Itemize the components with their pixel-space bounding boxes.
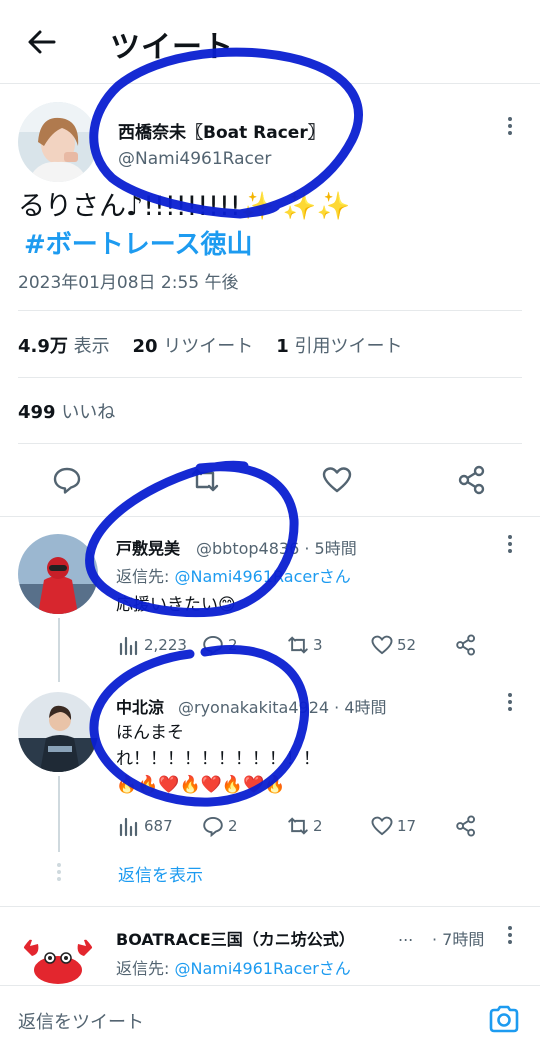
likes-count: 499 bbox=[18, 402, 56, 423]
reply-author-meta: @bbtop4836 · 5時間 bbox=[196, 539, 357, 558]
reply-count-button[interactable]: 2 bbox=[202, 815, 238, 837]
retweet-icon bbox=[288, 636, 308, 654]
views-icon bbox=[119, 817, 138, 837]
share-icon bbox=[456, 815, 476, 837]
views-stat[interactable]: 2,223 bbox=[118, 634, 187, 656]
author-avatar[interactable] bbox=[18, 102, 98, 182]
reply-author-name[interactable]: 戸敷晃美 bbox=[116, 535, 180, 559]
share-icon bbox=[458, 465, 485, 495]
divider bbox=[0, 516, 540, 517]
views-count: 2,223 bbox=[144, 636, 187, 654]
more-icon bbox=[508, 693, 512, 711]
retweet-icon bbox=[191, 468, 219, 492]
views-stat[interactable]: 687 bbox=[118, 815, 173, 837]
retweets-label: リツイート bbox=[163, 336, 254, 357]
quotes-stat[interactable]: 1 引用ツイート bbox=[276, 336, 402, 357]
reply-share-button[interactable] bbox=[455, 815, 477, 837]
reply-to-link[interactable]: @Nami4961Racerさん bbox=[174, 959, 350, 978]
likes-label: いいね bbox=[61, 402, 116, 423]
retweet-icon bbox=[288, 817, 308, 835]
tweet-timestamp[interactable]: 2023年01月08日 2:55 午後 bbox=[18, 268, 239, 293]
divider bbox=[18, 443, 522, 444]
back-arrow-icon bbox=[28, 30, 56, 54]
views-label: 表示 bbox=[73, 336, 110, 357]
like-icon bbox=[322, 467, 352, 493]
reply-to: 返信先: @Nami4961Racerさん bbox=[116, 955, 351, 979]
reply-count: 2 bbox=[228, 817, 238, 835]
retweet-count: 2 bbox=[313, 817, 323, 835]
reply-count-button[interactable]: 2 bbox=[202, 634, 238, 656]
reply-avatar[interactable] bbox=[18, 692, 98, 772]
reply-time: · 7時間 bbox=[432, 930, 485, 949]
like-count-button[interactable]: 52 bbox=[371, 634, 416, 656]
thread-line bbox=[58, 776, 60, 852]
retweet-button[interactable] bbox=[190, 465, 220, 495]
like-icon bbox=[371, 816, 393, 836]
reply-emoji-line: 🔥🔥❤️🔥❤️🔥❤️🔥 bbox=[116, 775, 286, 795]
views-count: 4.9万 bbox=[18, 336, 68, 357]
reply-icon bbox=[203, 816, 223, 837]
quotes-label: 引用ツイート bbox=[294, 336, 403, 357]
reply-to-prefix: 返信先: bbox=[116, 567, 175, 586]
like-count-button[interactable]: 17 bbox=[371, 815, 416, 837]
reply-icon bbox=[53, 467, 81, 494]
tweet-text: るりさん♪!!!!!!!!!✨ ✨✨ bbox=[18, 191, 351, 222]
divider bbox=[0, 906, 540, 907]
reply-icon bbox=[203, 635, 223, 656]
reply-avatar[interactable] bbox=[18, 534, 98, 614]
reply-count: 2 bbox=[228, 636, 238, 654]
reply-author-meta: @ryonakakita4924 · 4時間 bbox=[178, 698, 387, 717]
reply-to: 返信先: @Nami4961Racerさん bbox=[116, 563, 351, 587]
top-bar bbox=[0, 0, 540, 84]
reply-share-button[interactable] bbox=[455, 634, 477, 656]
retweets-count: 20 bbox=[132, 336, 158, 357]
camera-button[interactable] bbox=[488, 1004, 520, 1034]
more-icon bbox=[508, 926, 512, 944]
reply-more-button[interactable] bbox=[500, 923, 520, 947]
camera-icon bbox=[489, 1005, 519, 1033]
reply-author-name[interactable]: BOATRACE三国（カニ坊公式） bbox=[116, 926, 355, 950]
author-handle[interactable]: @Nami4961Racer bbox=[118, 149, 271, 169]
views-count: 687 bbox=[144, 817, 173, 835]
retweet-count-button[interactable]: 2 bbox=[287, 815, 323, 837]
retweet-count-button[interactable]: 3 bbox=[287, 634, 323, 656]
hashtag-link[interactable]: #ボートレース徳山 bbox=[24, 224, 253, 261]
retweets-stat[interactable]: 20 リツイート bbox=[133, 336, 254, 357]
page-title: ツイート bbox=[110, 30, 234, 65]
like-button[interactable] bbox=[322, 465, 352, 495]
back-button[interactable] bbox=[26, 26, 58, 58]
reply-to-prefix: 返信先: bbox=[116, 959, 175, 978]
name-ellipsis: ... bbox=[398, 926, 414, 945]
tweet-stats: 4.9万 表示 20 リツイート 1 引用ツイート bbox=[18, 332, 402, 358]
reply-text: 応援いきたい😊 bbox=[116, 595, 236, 615]
reply-to-link[interactable]: @Nami4961Racerさん bbox=[174, 567, 350, 586]
reply-author-name[interactable]: 中北涼 bbox=[116, 694, 164, 718]
like-count: 17 bbox=[397, 817, 417, 835]
share-icon bbox=[456, 634, 476, 656]
show-replies-link[interactable]: 返信を表示 bbox=[118, 861, 203, 886]
like-icon bbox=[371, 635, 393, 655]
like-count: 52 bbox=[397, 636, 417, 654]
thread-line bbox=[58, 618, 60, 682]
reply-more-button[interactable] bbox=[500, 690, 520, 714]
reply-button[interactable] bbox=[52, 465, 82, 495]
thread-dots bbox=[54, 862, 64, 882]
reply-input[interactable]: 返信をツイート bbox=[18, 1008, 144, 1034]
views-icon bbox=[119, 636, 138, 656]
reply-text-line: れ！！！！！！！！！！！ bbox=[116, 749, 320, 769]
likes-stat[interactable]: 499 いいね bbox=[18, 398, 115, 424]
more-icon bbox=[508, 117, 512, 135]
divider bbox=[18, 377, 522, 378]
reply-more-button[interactable] bbox=[500, 532, 520, 556]
more-button[interactable] bbox=[500, 114, 520, 138]
reply-text-line: ほんまそ bbox=[116, 723, 184, 743]
quotes-count: 1 bbox=[276, 336, 289, 357]
retweet-count: 3 bbox=[313, 636, 323, 654]
divider bbox=[18, 310, 522, 311]
more-icon bbox=[508, 535, 512, 553]
share-button[interactable] bbox=[457, 465, 487, 495]
author-name[interactable]: 西橋奈未〖Boat Racer〗 bbox=[118, 118, 325, 143]
